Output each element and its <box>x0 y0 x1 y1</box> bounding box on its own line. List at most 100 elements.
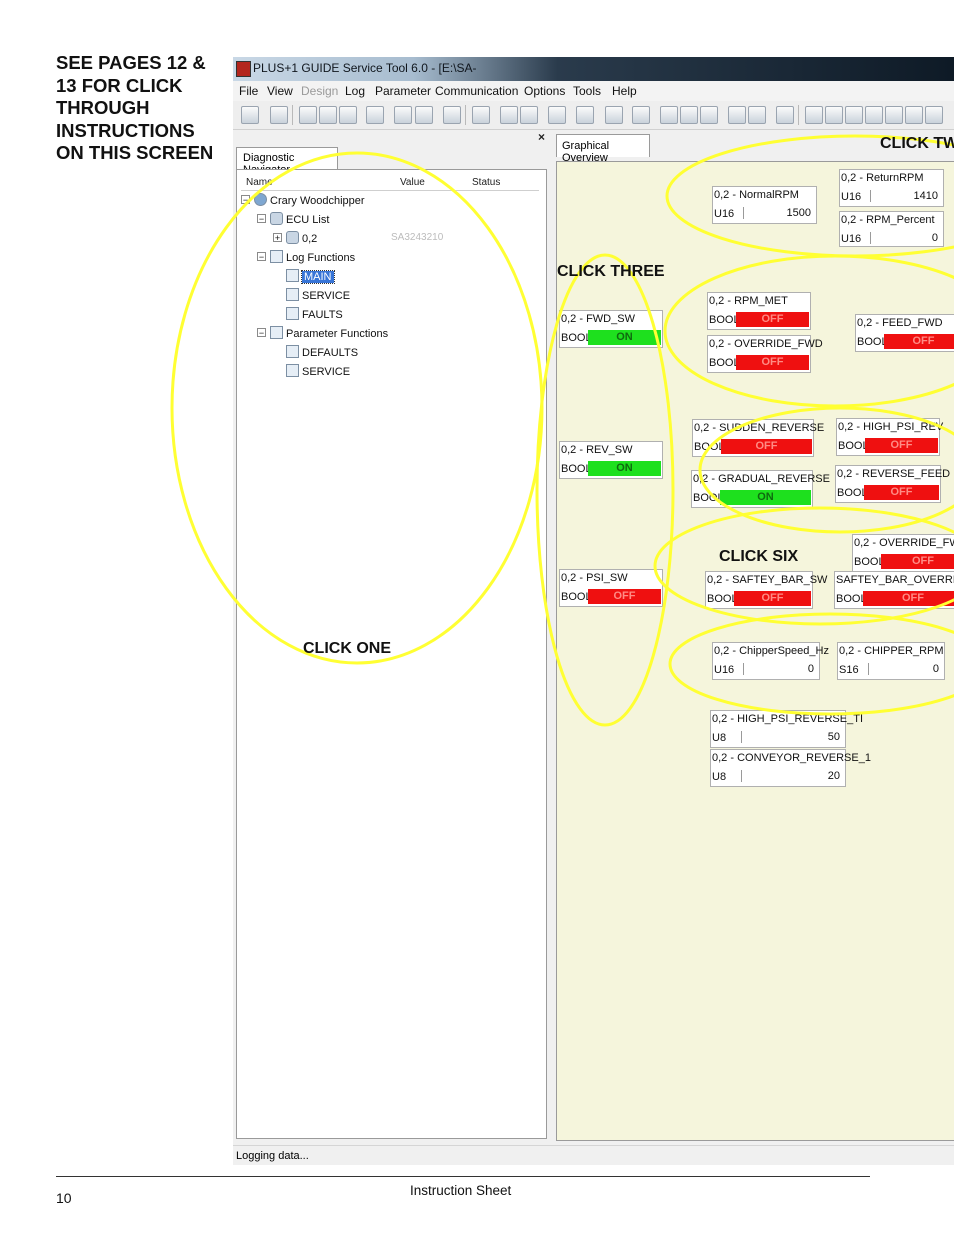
toolbar <box>233 101 954 130</box>
chart-icon[interactable] <box>805 106 823 124</box>
widget-chipper-speed-hz: 0,2 - ChipperSpeed_Hz U16 0 <box>712 642 829 680</box>
clock-icon[interactable] <box>548 106 566 124</box>
widget-gradual-reverse: 0,2 - GRADUAL_REVERSE BOOL ON <box>691 470 830 508</box>
tree-item-param-defaults[interactable]: DEFAULTS <box>286 345 358 363</box>
tree-item-parameter-functions[interactable]: − Parameter Functions <box>257 326 388 344</box>
collapse-icon[interactable]: − <box>257 214 266 224</box>
footer-title: Instruction Sheet <box>410 1183 512 1198</box>
widget-override-fwd: 0,2 - OVERRIDE_FWD BOOL OFF <box>707 335 823 373</box>
menu-parameter[interactable]: Parameter <box>375 84 431 98</box>
chart-icon[interactable] <box>885 106 903 124</box>
menu-log[interactable]: Log <box>345 84 365 98</box>
click-one-label: CLICK ONE <box>303 640 391 657</box>
page-number: 10 <box>56 1190 72 1206</box>
column-name[interactable]: Name <box>246 177 273 188</box>
widget-saftey-bar-sw: 0,2 - SAFTEY_BAR_SW BOOL OFF <box>705 571 827 609</box>
tab-graphical-overview[interactable]: Graphical Overview <box>556 134 650 164</box>
tree-item-log-functions[interactable]: − Log Functions <box>257 250 355 268</box>
menu-tools[interactable]: Tools <box>573 84 601 98</box>
ecu-icon <box>270 212 283 225</box>
log-icon <box>270 250 283 263</box>
menu-communication[interactable]: Communication <box>435 84 518 98</box>
page-icon[interactable] <box>748 106 766 124</box>
log-page-icon <box>286 288 299 301</box>
tree-item-crary-woodchipper[interactable]: − Crary Woodchipper <box>241 193 365 211</box>
copy-icon[interactable] <box>576 106 594 124</box>
status-text: Logging data... <box>236 1150 309 1162</box>
parameter-icon <box>270 326 283 339</box>
widget-rpm-met: 0,2 - RPM_MET BOOL OFF <box>707 292 811 330</box>
page-icon[interactable] <box>728 106 746 124</box>
chart-icon[interactable] <box>925 106 943 124</box>
widget-conveyor-reverse: 0,2 - CONVEYOR_REVERSE_1 U8 20 <box>710 749 871 787</box>
stop-icon[interactable] <box>520 106 538 124</box>
column-headers: Name Value Status <box>241 174 539 191</box>
chart-icon[interactable] <box>845 106 863 124</box>
menu-bar: File View Design Log Parameter Communica… <box>233 81 954 101</box>
widget-rpm-percent: 0,2 - RPM_Percent U16 0 <box>839 211 944 247</box>
new-icon[interactable] <box>241 106 259 124</box>
edit-icon[interactable] <box>366 106 384 124</box>
expand-icon[interactable]: + <box>273 233 282 243</box>
folder-icon[interactable] <box>319 106 337 124</box>
close-pane-button[interactable]: × <box>538 130 545 144</box>
service-tool-window: PLUS+1 GUIDE Service Tool 6.0 - [E:\SA- … <box>233 57 954 1165</box>
tree-item-param-service[interactable]: SERVICE <box>286 364 350 382</box>
toolbar-separator <box>465 105 466 125</box>
page-icon[interactable] <box>660 106 678 124</box>
status-bar: Logging data... <box>233 1145 954 1165</box>
widget-rev-sw: 0,2 - REV_SW BOOL ON <box>559 441 663 479</box>
tab-diagnostic-navigator[interactable]: Diagnostic Navigator <box>236 147 338 176</box>
chart-icon[interactable] <box>825 106 843 124</box>
menu-view[interactable]: View <box>267 84 293 98</box>
download-icon[interactable] <box>415 106 433 124</box>
menu-file[interactable]: File <box>239 84 258 98</box>
click-three-label: CLICK THREE <box>557 263 665 280</box>
toolbar-separator <box>292 105 293 125</box>
title-bar: PLUS+1 GUIDE Service Tool 6.0 - [E:\SA- <box>233 57 954 81</box>
widget-fwd-sw: 0,2 - FWD_SW BOOL ON <box>559 310 663 348</box>
widget-high-psi-reverse-ti: 0,2 - HIGH_PSI_REVERSE_TI U8 50 <box>710 710 863 748</box>
tree-item-log-service[interactable]: SERVICE <box>286 288 350 306</box>
footer-rule <box>56 1176 870 1177</box>
menu-design[interactable]: Design <box>301 84 338 98</box>
menu-options[interactable]: Options <box>524 84 565 98</box>
menu-help[interactable]: Help <box>612 84 637 98</box>
toolbar-separator <box>798 105 799 125</box>
parameter-page-icon <box>286 345 299 358</box>
column-value[interactable]: Value <box>400 177 425 188</box>
widget-high-psi-rev: 0,2 - HIGH_PSI_REV BOOL OFF <box>836 418 943 456</box>
tree-item-ecu-list[interactable]: − ECU List <box>257 212 329 230</box>
play-icon[interactable] <box>500 106 518 124</box>
widget-feed-fwd: 0,2 - FEED_FWD BOOL OFF <box>855 314 954 352</box>
search-icon[interactable] <box>443 106 461 124</box>
export-icon[interactable] <box>776 106 794 124</box>
collapse-icon[interactable]: − <box>257 252 266 262</box>
log-page-icon <box>286 269 299 282</box>
document-icon[interactable] <box>299 106 317 124</box>
up-arrow-icon[interactable] <box>605 106 623 124</box>
tree-item-log-faults[interactable]: FAULTS <box>286 307 343 325</box>
widget-normal-rpm: 0,2 - NormalRPM U16 1500 <box>712 186 817 224</box>
widget-return-rpm: 0,2 - ReturnRPM U16 1410 <box>839 169 944 207</box>
page-icon[interactable] <box>680 106 698 124</box>
save-icon[interactable] <box>339 106 357 124</box>
log-page-icon <box>286 307 299 320</box>
widget-chipper-rpm: 0,2 - CHIPPER_RPM S16 0 <box>837 642 945 680</box>
upload-icon[interactable] <box>394 106 412 124</box>
chart-icon[interactable] <box>865 106 883 124</box>
column-status[interactable]: Status <box>472 177 500 188</box>
tree-item-log-main[interactable]: MAIN <box>286 269 335 287</box>
down-arrow-icon[interactable] <box>632 106 650 124</box>
globe-icon <box>254 193 267 206</box>
panel-toggle-icon[interactable] <box>472 106 490 124</box>
open-icon[interactable] <box>270 106 288 124</box>
click-two-label: CLICK TW <box>880 135 954 152</box>
page-icon[interactable] <box>700 106 718 124</box>
collapse-icon[interactable]: − <box>257 328 266 338</box>
collapse-icon[interactable]: − <box>241 195 250 205</box>
side-note: SEE PAGES 12 & 13 FOR CLICK THROUGH INST… <box>56 52 214 163</box>
chart-icon[interactable] <box>905 106 923 124</box>
tree-item-controller[interactable]: +0,2 SA3243210 <box>273 231 533 249</box>
tree-item-value: SA3243210 <box>391 232 444 243</box>
